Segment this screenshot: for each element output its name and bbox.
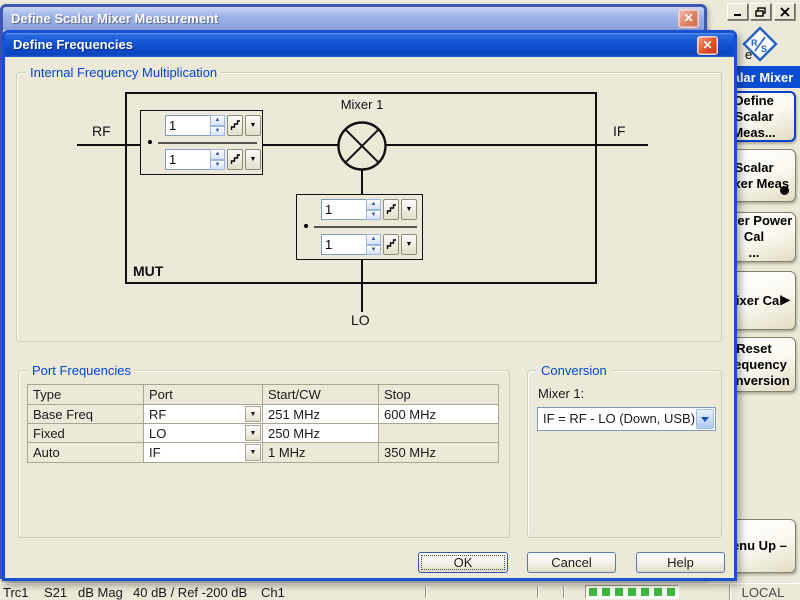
row3-stop-field: 350 MHz (379, 443, 499, 463)
step-size-button[interactable] (227, 149, 243, 170)
spin-up-icon[interactable]: ▲ (210, 149, 225, 160)
dialog-content: Internal Frequency Multiplication MUT RF… (0, 0, 800, 600)
spin-down-icon[interactable]: ▼ (366, 210, 381, 221)
if-port-label: IF (613, 123, 625, 139)
step-size-button[interactable] (227, 115, 243, 136)
spin-up-icon[interactable]: ▲ (366, 199, 381, 210)
mixer-title: Mixer 1 (312, 97, 412, 112)
rf-port-label: RF (92, 123, 111, 139)
row2-port-dropdown[interactable]: LO ▼ (144, 424, 263, 443)
step-size-button[interactable] (383, 199, 399, 220)
column-header-start: Start/CW (263, 385, 379, 405)
step-icon (230, 154, 241, 165)
mixer-symbol (336, 120, 388, 172)
fraction-bar (158, 142, 257, 144)
chevron-down-icon (701, 417, 709, 426)
dropdown-arrow-icon[interactable]: ▼ (245, 444, 261, 461)
combo-arrow-button[interactable] (696, 409, 714, 429)
row3-port-dropdown[interactable]: IF ▼ (144, 443, 263, 463)
group-label-ifm: Internal Frequency Multiplication (26, 65, 221, 80)
fraction-bar (314, 226, 417, 228)
lo-numerator-spinner[interactable]: ▲ ▼ (366, 199, 381, 220)
row1-type: Base Freq (28, 405, 144, 424)
rf-numerator-input[interactable] (165, 115, 211, 136)
spin-up-icon[interactable]: ▲ (366, 234, 381, 245)
spin-down-icon[interactable]: ▼ (210, 126, 225, 137)
lo-denominator-spinner[interactable]: ▲ ▼ (366, 234, 381, 255)
row2-port-value: LO (149, 426, 166, 441)
cancel-button[interactable]: Cancel (527, 552, 616, 573)
rf-denominator-input[interactable] (165, 149, 211, 170)
row3-type: Auto (28, 443, 144, 463)
dropdown-button[interactable]: ▼ (245, 149, 261, 170)
rf-multiplier-box: ▲ ▼ ▼ ▲ ▼ ▼ (140, 110, 263, 175)
dropdown-button[interactable]: ▼ (401, 234, 417, 255)
rf-line (77, 144, 140, 146)
row2-start-field[interactable]: 250 MHz (263, 424, 379, 443)
lo-line-upper (361, 170, 363, 194)
dropdown-arrow-icon[interactable]: ▼ (245, 425, 261, 441)
step-icon (386, 204, 397, 215)
spin-down-icon[interactable]: ▼ (366, 245, 381, 256)
row2-stop-field (379, 424, 499, 443)
dropdown-arrow-icon[interactable]: ▼ (245, 406, 261, 422)
lo-denominator-input[interactable] (321, 234, 367, 255)
port-frequencies-table: Type Port Start/CW Stop Base Freq RF ▼ 2… (27, 384, 499, 463)
app-window: R S e Scalar Mixer Define Scalar Meas...… (0, 0, 800, 600)
mut-label: MUT (133, 263, 163, 279)
rf-to-mixer-line (263, 144, 338, 146)
row2-type: Fixed (28, 424, 144, 443)
lo-line-lower (361, 260, 363, 312)
column-header-port: Port (144, 385, 263, 405)
dropdown-button[interactable]: ▼ (245, 115, 261, 136)
step-size-button[interactable] (383, 234, 399, 255)
mixer1-label: Mixer 1: (538, 386, 584, 401)
row1-port-dropdown[interactable]: RF ▼ (144, 405, 263, 424)
dropdown-button[interactable]: ▼ (401, 199, 417, 220)
group-label-port-frequencies: Port Frequencies (28, 363, 135, 378)
conversion-combobox[interactable]: IF = RF - LO (Down, USB) (537, 407, 716, 431)
spin-down-icon[interactable]: ▼ (210, 160, 225, 171)
column-header-stop: Stop (379, 385, 499, 405)
spin-up-icon[interactable]: ▲ (210, 115, 225, 126)
bullet-icon (304, 224, 308, 228)
rf-denominator-spinner[interactable]: ▲ ▼ (210, 149, 225, 170)
step-icon (386, 239, 397, 250)
lo-numerator-input[interactable] (321, 199, 367, 220)
mixer-to-if-line (386, 144, 648, 146)
ok-button[interactable]: OK (418, 552, 508, 573)
conversion-selected-value: IF = RF - LO (Down, USB) (543, 411, 695, 426)
row3-start-field: 1 MHz (263, 443, 379, 463)
help-button[interactable]: Help (636, 552, 725, 573)
row1-start-field[interactable]: 251 MHz (263, 405, 379, 424)
row3-port-value: IF (149, 445, 161, 460)
row1-port-value: RF (149, 407, 166, 422)
step-icon (230, 120, 241, 131)
lo-multiplier-box: ▲ ▼ ▼ ▲ ▼ ▼ (296, 194, 423, 260)
lo-port-label: LO (351, 312, 370, 328)
row1-stop-field[interactable]: 600 MHz (379, 405, 499, 424)
rf-numerator-spinner[interactable]: ▲ ▼ (210, 115, 225, 136)
column-header-type: Type (28, 385, 144, 405)
group-label-conversion: Conversion (537, 363, 611, 378)
bullet-icon (148, 140, 152, 144)
